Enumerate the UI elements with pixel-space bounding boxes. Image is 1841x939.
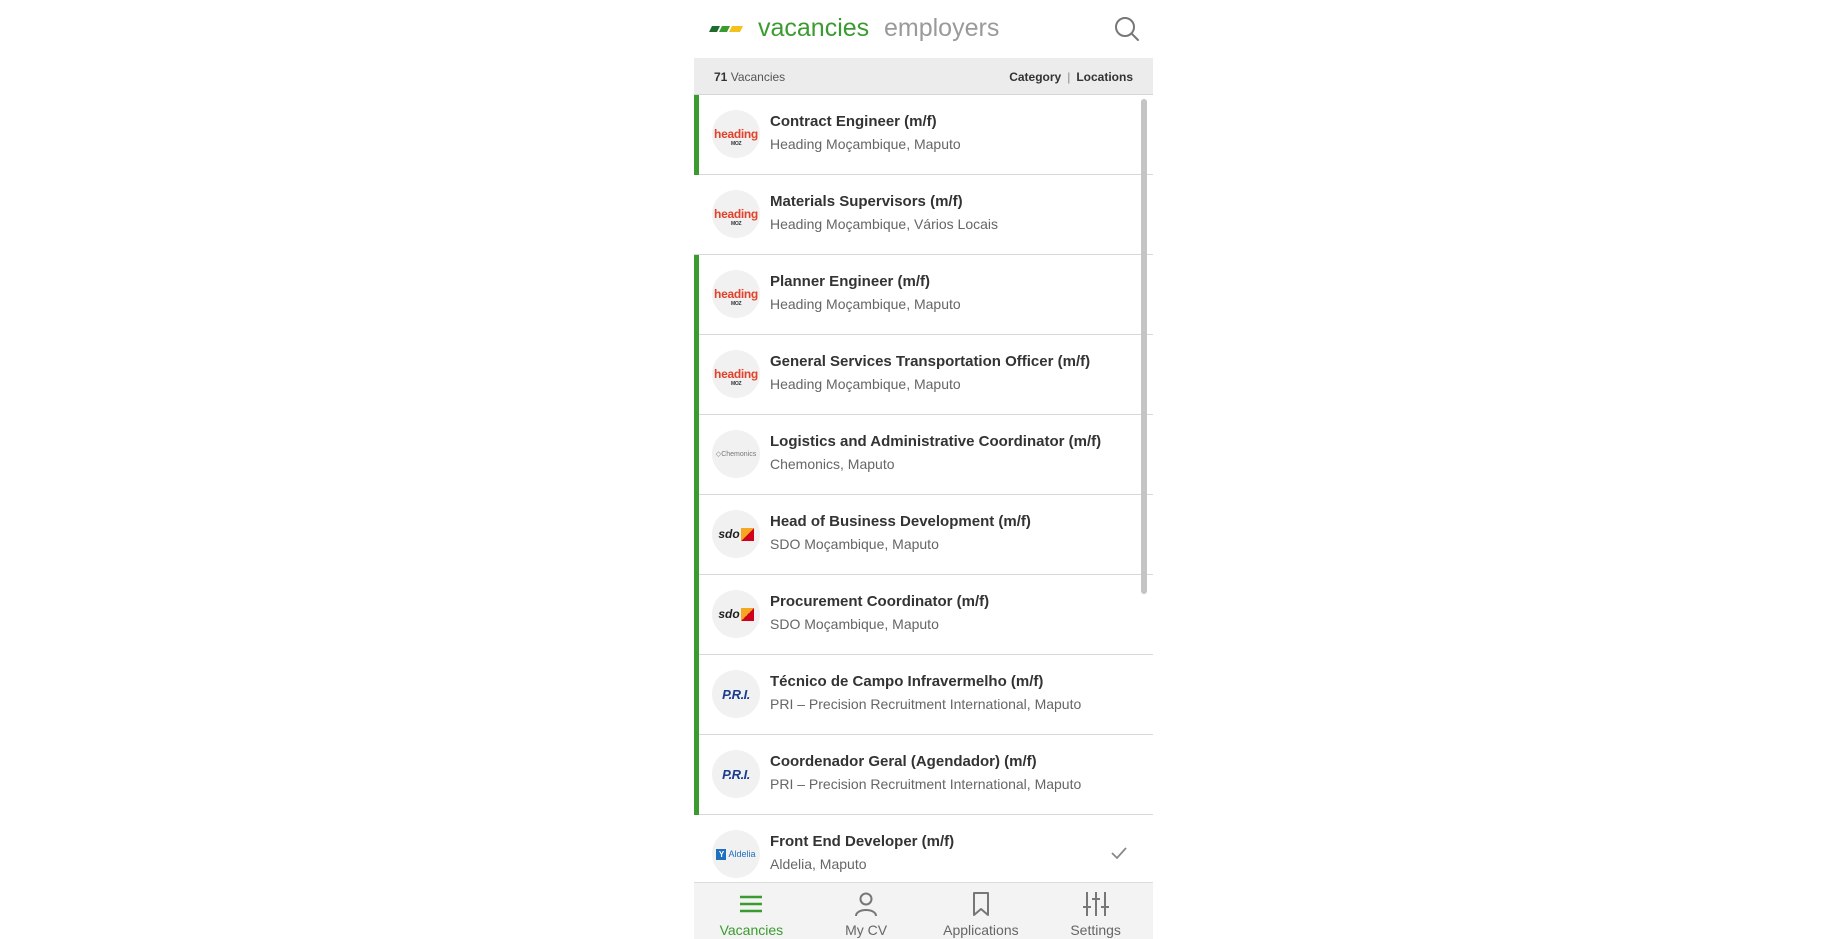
pri-logo: P.R.I. bbox=[722, 686, 750, 702]
employer-logo: heading MOZ bbox=[712, 110, 760, 158]
employer-logo: sdo bbox=[712, 590, 760, 638]
vacancy-count: 71 Vacancies bbox=[714, 70, 785, 84]
vacancy-employer: PRI – Precision Recruitment Internationa… bbox=[770, 776, 1082, 792]
vacancy-title: Logistics and Administrative Coordinator… bbox=[770, 433, 1102, 450]
chemonics-logo: ◇Chemonics bbox=[715, 451, 757, 458]
vacancy-employer: Heading Moçambique, Maputo bbox=[770, 376, 961, 392]
vacancy-row[interactable]: heading MOZ Planner Engineer (m/f) Headin… bbox=[694, 255, 1153, 335]
category-filter[interactable]: Category bbox=[1009, 70, 1061, 84]
locations-filter[interactable]: Locations bbox=[1076, 70, 1133, 84]
sdo-logo: sdo bbox=[718, 607, 754, 621]
filter-bar: 71 Vacancies Category | Locations bbox=[694, 58, 1153, 95]
filters: Category | Locations bbox=[1009, 70, 1133, 84]
tab-employers[interactable]: employers bbox=[884, 12, 999, 44]
employer-logo: P.R.I. bbox=[712, 670, 760, 718]
nav-vacancies[interactable]: Vacancies bbox=[694, 883, 809, 939]
employer-logo: heading MOZ bbox=[712, 190, 760, 238]
vacancy-row[interactable]: ◇Chemonics Logistics and Administrative … bbox=[694, 415, 1153, 495]
employer-logo: sdo bbox=[712, 510, 760, 558]
vacancy-title: Contract Engineer (m/f) bbox=[770, 113, 937, 130]
employer-logo: heading MOZ bbox=[712, 270, 760, 318]
vacancy-row[interactable]: P.R.I. Coordenador Geral (Agendador) (m/… bbox=[694, 735, 1153, 815]
check-icon bbox=[1111, 847, 1127, 860]
aldelia-logo: Y Aldelia bbox=[716, 848, 756, 860]
pri-logo: P.R.I. bbox=[722, 766, 750, 782]
vacancy-employer: Heading Moçambique, Vários Locais bbox=[770, 216, 999, 232]
vacancy-employer: PRI – Precision Recruitment Internationa… bbox=[770, 696, 1082, 712]
nav-my-cv[interactable]: My CV bbox=[809, 883, 924, 939]
bookmark-icon bbox=[972, 892, 989, 916]
heading-logo: heading MOZ bbox=[714, 207, 758, 227]
nav-vacancies-label: Vacancies bbox=[719, 922, 784, 938]
vacancy-title: General Services Transportation Officer … bbox=[770, 353, 1091, 370]
search-icon[interactable] bbox=[1113, 15, 1141, 43]
sdo-logo: sdo bbox=[718, 527, 754, 541]
heading-logo: heading MOZ bbox=[714, 367, 758, 387]
app-logo bbox=[709, 26, 743, 32]
bottom-nav: Vacancies My CV Applications Settings bbox=[694, 882, 1153, 939]
employer-logo: P.R.I. bbox=[712, 750, 760, 798]
vacancy-row[interactable]: P.R.I. Técnico de Campo Infravermelho (m… bbox=[694, 655, 1153, 735]
nav-settings-label: Settings bbox=[1070, 922, 1121, 938]
nav-applications-label: Applications bbox=[943, 922, 1019, 938]
vacancy-title: Front End Developer (m/f) bbox=[770, 833, 955, 850]
vacancy-employer: SDO Moçambique, Maputo bbox=[770, 536, 939, 552]
nav-applications[interactable]: Applications bbox=[924, 883, 1039, 939]
vacancy-title: Técnico de Campo Infravermelho (m/f) bbox=[770, 673, 1044, 690]
vacancy-employer: Chemonics, Maputo bbox=[770, 456, 895, 472]
nav-my-cv-label: My CV bbox=[845, 922, 888, 938]
menu-icon bbox=[740, 895, 763, 913]
employer-logo: Y Aldelia bbox=[712, 830, 760, 878]
list-scrollbar[interactable] bbox=[1141, 99, 1147, 594]
vacancy-employer: Heading Moçambique, Maputo bbox=[770, 296, 961, 312]
vacancy-title: Head of Business Development (m/f) bbox=[770, 513, 1031, 530]
vacancy-row[interactable]: sdo Procurement Coordinator (m/f) SDO Mo… bbox=[694, 575, 1153, 655]
vacancy-row[interactable]: heading MOZ Materials Supervisors (m/f) H… bbox=[694, 175, 1153, 255]
heading-logo: heading MOZ bbox=[714, 127, 758, 147]
vacancy-employer: Aldelia, Maputo bbox=[770, 856, 867, 872]
vacancy-count-number: 71 bbox=[714, 70, 728, 84]
vacancy-title: Procurement Coordinator (m/f) bbox=[770, 593, 990, 610]
filter-separator: | bbox=[1067, 70, 1071, 84]
vacancy-employer: SDO Moçambique, Maputo bbox=[770, 616, 939, 632]
employer-logo: heading MOZ bbox=[712, 350, 760, 398]
header: vacancies employers bbox=[694, 0, 1153, 58]
vacancy-list: heading MOZ Contract Engineer (m/f) Headi… bbox=[694, 95, 1153, 881]
app: vacancies employers 71 Vacancies Categor… bbox=[694, 0, 1153, 939]
tab-vacancies[interactable]: vacancies bbox=[758, 12, 869, 44]
sliders-icon bbox=[1082, 892, 1109, 916]
heading-logo: heading MOZ bbox=[714, 287, 758, 307]
vacancy-count-label: Vacancies bbox=[730, 70, 786, 84]
vacancy-title: Coordenador Geral (Agendador) (m/f) bbox=[770, 753, 1037, 770]
employer-logo: ◇Chemonics bbox=[712, 430, 760, 478]
vacancy-row[interactable]: heading MOZ General Services Transportati… bbox=[694, 335, 1153, 415]
vacancy-employer: Heading Moçambique, Maputo bbox=[770, 136, 961, 152]
vacancy-row[interactable]: sdo Head of Business Development (m/f) S… bbox=[694, 495, 1153, 575]
person-icon bbox=[855, 892, 878, 917]
vacancy-row[interactable]: heading MOZ Contract Engineer (m/f) Headi… bbox=[694, 95, 1153, 175]
vacancy-row[interactable]: Y Aldelia Front End Developer (m/f) Aldel… bbox=[694, 815, 1153, 881]
vacancy-title: Materials Supervisors (m/f) bbox=[770, 193, 963, 210]
vacancy-title: Planner Engineer (m/f) bbox=[770, 273, 931, 290]
nav-settings[interactable]: Settings bbox=[1038, 883, 1153, 939]
